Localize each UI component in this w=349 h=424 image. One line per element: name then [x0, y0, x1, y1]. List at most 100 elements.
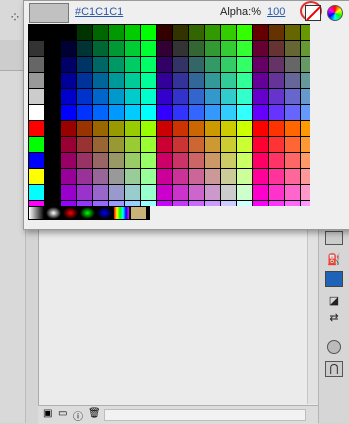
- swatch[interactable]: [253, 25, 268, 40]
- swatch[interactable]: [269, 57, 284, 72]
- swatch[interactable]: [173, 185, 188, 200]
- swatch[interactable]: [221, 25, 236, 40]
- swatch[interactable]: [221, 73, 236, 88]
- swatch[interactable]: [285, 41, 300, 56]
- swatch[interactable]: [45, 57, 60, 72]
- swatch[interactable]: [157, 73, 172, 88]
- swatch[interactable]: [141, 185, 156, 200]
- swatch[interactable]: [157, 201, 172, 206]
- swatch[interactable]: [45, 25, 60, 40]
- swatch[interactable]: [157, 25, 172, 40]
- swatch[interactable]: [93, 153, 108, 168]
- new-symbol-icon[interactable]: ▣: [43, 408, 52, 419]
- swatch[interactable]: [269, 185, 284, 200]
- swatch[interactable]: [29, 41, 44, 56]
- swatch[interactable]: [157, 137, 172, 152]
- swatch[interactable]: [141, 41, 156, 56]
- swatch[interactable]: [125, 41, 140, 56]
- swatch[interactable]: [285, 89, 300, 104]
- swatch[interactable]: [173, 201, 188, 206]
- swatch[interactable]: [205, 201, 220, 206]
- swatch[interactable]: [157, 57, 172, 72]
- swatch[interactable]: [77, 169, 92, 184]
- swatch[interactable]: [189, 25, 204, 40]
- swatch[interactable]: [269, 121, 284, 136]
- swatch[interactable]: [109, 73, 124, 88]
- no-color-icon[interactable]: [305, 5, 321, 21]
- swatch[interactable]: [77, 137, 92, 152]
- swatch[interactable]: [93, 169, 108, 184]
- swatch[interactable]: [253, 89, 268, 104]
- library-hscroll[interactable]: [104, 409, 306, 421]
- swatch[interactable]: [109, 57, 124, 72]
- swatch[interactable]: [93, 57, 108, 72]
- swatch[interactable]: [109, 41, 124, 56]
- swatch[interactable]: [189, 57, 204, 72]
- green-radial-swatch[interactable]: [80, 207, 95, 219]
- swatch[interactable]: [205, 73, 220, 88]
- swatch[interactable]: [237, 201, 252, 206]
- swatch[interactable]: [173, 89, 188, 104]
- swatch[interactable]: [125, 105, 140, 120]
- hex-value-field[interactable]: #C1C1C1: [75, 6, 123, 18]
- swatch[interactable]: [29, 89, 44, 104]
- swatch[interactable]: [269, 41, 284, 56]
- swatch[interactable]: [189, 121, 204, 136]
- swatch[interactable]: [125, 153, 140, 168]
- swatch[interactable]: [189, 153, 204, 168]
- swatch[interactable]: [285, 105, 300, 120]
- swatch[interactable]: [61, 89, 76, 104]
- swatch[interactable]: [141, 105, 156, 120]
- swatch[interactable]: [157, 89, 172, 104]
- swatch[interactable]: [285, 25, 300, 40]
- alpha-value-field[interactable]: 100: [267, 6, 285, 18]
- grayscale-radial-swatch[interactable]: [46, 207, 61, 219]
- swatch[interactable]: [173, 73, 188, 88]
- color-wheel-icon[interactable]: [327, 5, 343, 21]
- swatch[interactable]: [29, 57, 44, 72]
- swatch[interactable]: [157, 41, 172, 56]
- swatch[interactable]: [237, 25, 252, 40]
- swatch[interactable]: [173, 169, 188, 184]
- swatch[interactable]: [301, 105, 310, 120]
- swatch[interactable]: [173, 121, 188, 136]
- swatch[interactable]: [253, 105, 268, 120]
- swatch[interactable]: [157, 185, 172, 200]
- swatch[interactable]: [237, 57, 252, 72]
- swatch[interactable]: [157, 121, 172, 136]
- swatch[interactable]: [189, 169, 204, 184]
- swatch[interactable]: [125, 89, 140, 104]
- swatch[interactable]: [253, 137, 268, 152]
- swatch[interactable]: [29, 169, 44, 184]
- swatch[interactable]: [157, 105, 172, 120]
- snap-magnet-icon[interactable]: ⋂: [325, 361, 343, 377]
- swatch[interactable]: [93, 89, 108, 104]
- swatch[interactable]: [29, 73, 44, 88]
- swatch[interactable]: [269, 105, 284, 120]
- swatch[interactable]: [125, 169, 140, 184]
- swatch[interactable]: [125, 25, 140, 40]
- swatch[interactable]: [301, 121, 310, 136]
- swatch[interactable]: [45, 105, 60, 120]
- swatch[interactable]: [61, 57, 76, 72]
- swatch[interactable]: [221, 185, 236, 200]
- swatch[interactable]: [61, 137, 76, 152]
- swatch[interactable]: [253, 169, 268, 184]
- swap-colors-icon[interactable]: ◪: [325, 293, 343, 307]
- swatch[interactable]: [189, 105, 204, 120]
- swatch[interactable]: [189, 201, 204, 206]
- stroke-color-icon[interactable]: [325, 231, 343, 245]
- swatch[interactable]: [253, 73, 268, 88]
- swatch[interactable]: [141, 169, 156, 184]
- swatch[interactable]: [125, 57, 140, 72]
- swatch[interactable]: [173, 57, 188, 72]
- swatch[interactable]: [77, 41, 92, 56]
- swatch[interactable]: [285, 169, 300, 184]
- grayscale-linear-swatch[interactable]: [29, 207, 44, 219]
- swatch[interactable]: [301, 201, 310, 206]
- swatch[interactable]: [125, 137, 140, 152]
- swatch[interactable]: [125, 121, 140, 136]
- swatch[interactable]: [301, 73, 310, 88]
- swatch[interactable]: [61, 73, 76, 88]
- swatch[interactable]: [253, 201, 268, 206]
